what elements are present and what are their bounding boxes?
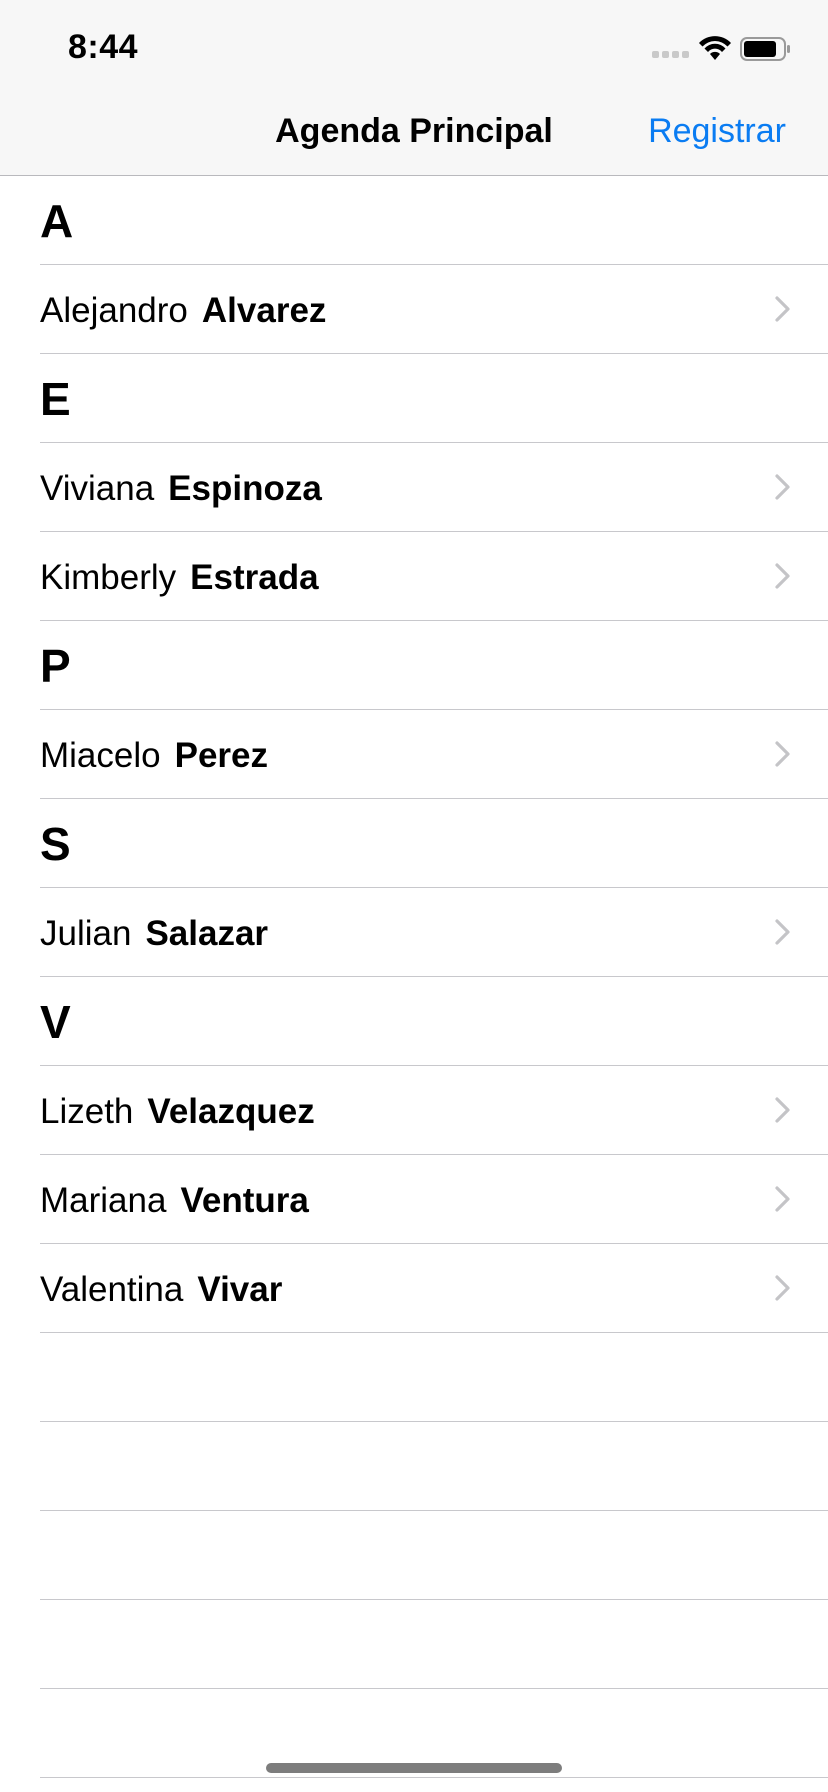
chevron-right-icon [774,1185,792,1213]
contact-last-name: Estrada [190,558,319,597]
contact-last-name: Vivar [197,1270,283,1309]
contact-name: Lizeth Velazquez [40,1092,315,1132]
empty-row [40,1600,828,1689]
chevron-right-icon [774,1096,792,1124]
contact-name: Alejandro Alvarez [40,291,326,331]
chevron-right-icon [774,1274,792,1302]
battery-icon [740,37,790,61]
contact-first-name: Kimberly [40,558,177,597]
empty-row [40,1511,828,1600]
signal-dots-icon [652,51,690,59]
contact-first-name: Viviana [40,469,155,508]
contact-name: Kimberly Estrada [40,558,319,598]
chevron-right-icon [774,473,792,501]
contact-row[interactable]: Julian Salazar [40,888,828,977]
chevron-right-icon [774,918,792,946]
contact-row[interactable]: Miacelo Perez [40,710,828,799]
section-header: S [40,799,828,888]
contact-first-name: Miacelo [40,736,161,775]
home-indicator[interactable] [266,1763,562,1773]
section-header: E [40,354,828,443]
section-letter: V [40,996,71,1048]
contact-row[interactable]: Valentina Vivar [40,1244,828,1333]
contact-first-name: Mariana [40,1181,167,1220]
chevron-right-icon [774,562,792,590]
contact-last-name: Ventura [180,1181,309,1220]
chevron-right-icon [774,740,792,768]
contact-row[interactable]: Lizeth Velazquez [40,1066,828,1155]
contact-name: Valentina Vivar [40,1270,282,1310]
contact-row[interactable]: Viviana Espinoza [40,443,828,532]
registrar-button[interactable]: Registrar [648,112,786,151]
chevron-right-icon [774,295,792,323]
status-bar: 8:44 [0,0,828,88]
contact-first-name: Valentina [40,1270,184,1309]
contact-row[interactable]: Mariana Ventura [40,1155,828,1244]
section-header: A [40,176,828,265]
contact-name: Viviana Espinoza [40,469,322,509]
wifi-icon [699,36,731,60]
contact-name: Mariana Ventura [40,1181,309,1221]
contact-row[interactable]: Alejandro Alvarez [40,265,828,354]
contact-last-name: Alvarez [201,291,327,330]
contact-last-name: Perez [174,736,269,775]
section-letter: P [40,640,71,692]
contact-last-name: Velazquez [147,1092,315,1131]
section-header: V [40,977,828,1066]
contact-name: Julian Salazar [40,914,268,954]
contact-row[interactable]: Kimberly Estrada [40,532,828,621]
section-letter: E [40,373,71,425]
contact-first-name: Julian [40,914,132,953]
contact-name: Miacelo Perez [40,736,268,776]
section-letter: S [40,818,71,870]
section-header: P [40,621,828,710]
section-letter: A [40,195,74,247]
contact-first-name: Alejandro [40,291,188,330]
status-time: 8:44 [68,28,139,66]
contact-last-name: Espinoza [168,469,322,508]
empty-row [40,1333,828,1422]
contact-first-name: Lizeth [40,1092,134,1131]
empty-row [40,1422,828,1511]
navigation-bar: Agenda Principal Registrar [0,88,828,176]
contact-list: A Alejandro Alvarez E Viviana Espinoza Kimberl… [0,176,828,1778]
contact-last-name: Salazar [145,914,269,953]
